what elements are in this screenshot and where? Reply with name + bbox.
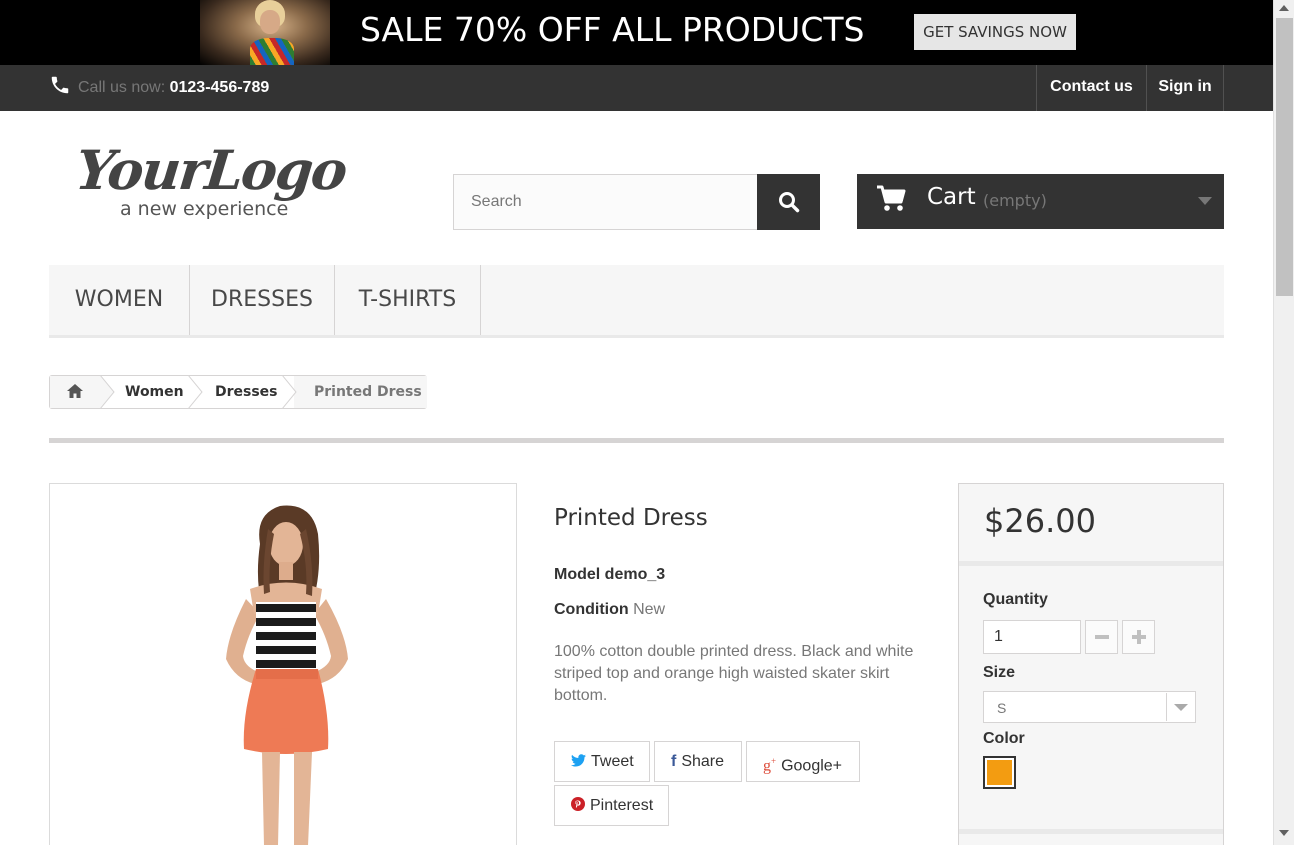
condition-label: Condition bbox=[554, 601, 629, 618]
menu-item-women[interactable]: WOMEN bbox=[49, 265, 190, 335]
breadcrumb-separator bbox=[188, 375, 203, 409]
breadcrumb-women[interactable]: Women bbox=[125, 376, 184, 408]
price-panel: $26.00 bbox=[959, 484, 1223, 566]
size-select[interactable]: S bbox=[983, 691, 1196, 723]
breadcrumb: Women Dresses Printed Dress bbox=[49, 375, 427, 409]
twitter-icon bbox=[571, 754, 586, 767]
quantity-input[interactable] bbox=[983, 620, 1081, 654]
contact-us-link[interactable]: Contact us bbox=[1036, 65, 1146, 111]
call-us-text: Call us now: 0123-456-789 bbox=[78, 79, 270, 96]
facebook-icon: f bbox=[671, 753, 677, 770]
breadcrumb-separator bbox=[282, 375, 297, 409]
logo-tagline: a new experience bbox=[120, 198, 289, 220]
quantity-increase-button[interactable] bbox=[1122, 620, 1155, 654]
quantity-decrease-button[interactable] bbox=[1085, 620, 1118, 654]
pinterest-button[interactable]: Pinterest bbox=[554, 785, 669, 826]
tweet-button[interactable]: Tweet bbox=[554, 741, 650, 782]
google-plus-button[interactable]: g+ Google+ bbox=[746, 741, 860, 782]
sign-in-link[interactable]: Sign in bbox=[1146, 65, 1224, 111]
cart-status: (empty) bbox=[983, 191, 1047, 210]
color-label: Color bbox=[983, 730, 1025, 747]
quantity-label: Quantity bbox=[983, 591, 1048, 608]
search-button[interactable] bbox=[757, 174, 820, 230]
phone-number: 0123-456-789 bbox=[169, 79, 270, 96]
facebook-share-button[interactable]: f Share bbox=[654, 741, 742, 782]
breadcrumb-dresses[interactable]: Dresses bbox=[215, 376, 278, 408]
scroll-up-arrow-icon[interactable] bbox=[1279, 5, 1289, 11]
product-photo bbox=[226, 505, 348, 845]
search-icon bbox=[779, 192, 800, 213]
condition-value: New bbox=[633, 601, 666, 618]
color-swatch-orange[interactable] bbox=[983, 756, 1016, 789]
color-swatch-fill bbox=[987, 760, 1012, 785]
size-selected-value: S bbox=[997, 700, 1007, 716]
section-divider bbox=[49, 438, 1224, 443]
breadcrumb-separator bbox=[100, 375, 115, 409]
size-label: Size bbox=[983, 664, 1016, 681]
banner-model-photo bbox=[200, 0, 330, 65]
product-price: $26.00 bbox=[984, 502, 1096, 540]
menu-item-tshirts[interactable]: T-SHIRTS bbox=[335, 265, 481, 335]
site-logo[interactable]: YourLogo a new experience bbox=[72, 138, 376, 228]
product-model: Model demo_3 bbox=[554, 566, 666, 583]
scrollbar-thumb[interactable] bbox=[1276, 18, 1293, 296]
search-input[interactable] bbox=[453, 174, 758, 230]
phone-icon bbox=[51, 76, 69, 94]
promo-banner[interactable]: SALE 70% OFF ALL PRODUCTS GET SAVINGS NO… bbox=[0, 0, 1273, 65]
banner-title: SALE 70% OFF ALL PRODUCTS bbox=[360, 10, 865, 49]
home-icon bbox=[67, 384, 83, 398]
chevron-down-icon bbox=[1198, 197, 1212, 205]
get-savings-button[interactable]: GET SAVINGS NOW bbox=[914, 14, 1076, 50]
product-condition: Condition New bbox=[554, 601, 665, 619]
shopping-cart-icon bbox=[877, 185, 906, 211]
scroll-down-arrow-icon[interactable] bbox=[1279, 830, 1289, 836]
menu-item-dresses[interactable]: DRESSES bbox=[190, 265, 335, 335]
minus-icon bbox=[1095, 635, 1109, 639]
product-image[interactable] bbox=[49, 483, 517, 845]
pinterest-icon bbox=[571, 797, 585, 811]
breadcrumb-current: Printed Dress bbox=[314, 384, 422, 400]
google-plus-icon: g+ bbox=[763, 756, 777, 775]
product-description: 100% cotton double printed dress. Black … bbox=[554, 643, 914, 704]
vertical-scrollbar[interactable] bbox=[1273, 0, 1294, 845]
chevron-down-icon bbox=[1166, 693, 1194, 721]
cart-dropdown[interactable]: Cart (empty) bbox=[857, 174, 1224, 229]
product-title: Printed Dress bbox=[554, 505, 708, 531]
cart-label: Cart bbox=[927, 184, 976, 210]
logo-wordmark: YourLogo bbox=[72, 138, 349, 202]
breadcrumb-home[interactable] bbox=[50, 376, 100, 408]
main-menu: WOMEN DRESSES T-SHIRTS bbox=[49, 265, 1224, 338]
